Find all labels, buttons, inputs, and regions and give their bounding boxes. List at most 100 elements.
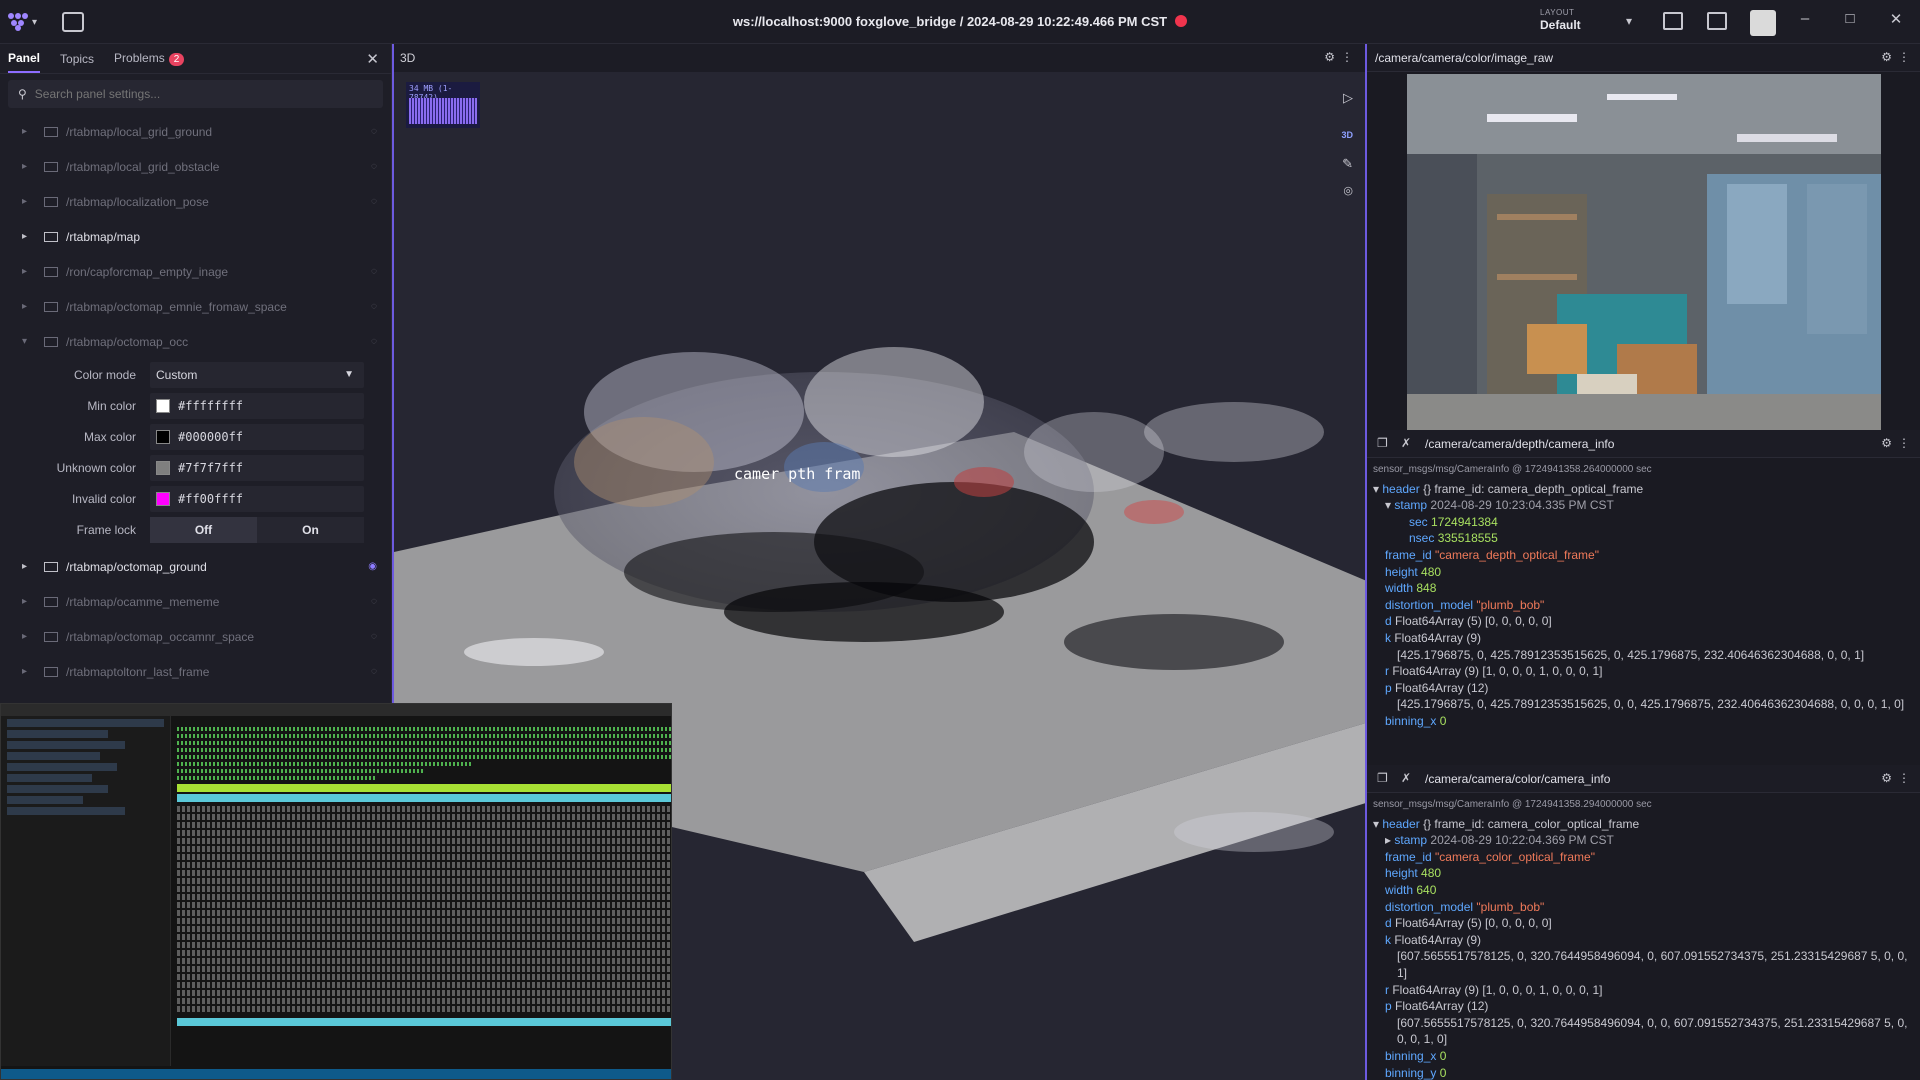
more-options-icon[interactable]: ⋮: [1898, 50, 1910, 64]
message-field-row[interactable]: ▾ stamp 2024-08-29 10:23:04.335 PM CST: [1373, 497, 1920, 514]
invalid-color-field[interactable]: #ff00ffff: [150, 485, 364, 512]
view-mode-toggle[interactable]: 3D: [1341, 130, 1353, 140]
publish-point-icon[interactable]: ◎: [1343, 184, 1353, 197]
select-tool-icon[interactable]: ▷: [1343, 90, 1353, 106]
color-swatch[interactable]: [156, 460, 170, 475]
chevron-right-icon[interactable]: ▸: [22, 231, 36, 242]
visibility-icon[interactable]: ◌: [371, 196, 377, 207]
visibility-icon[interactable]: ◌: [371, 126, 377, 137]
settings-gear-icon[interactable]: ⚙: [1881, 50, 1892, 64]
avatar[interactable]: [1750, 10, 1776, 36]
message-field-row[interactable]: distortion_model "plumb_bob": [1373, 899, 1920, 916]
message-field-row[interactable]: [425.1796875, 0, 425.78912353515625, 0, …: [1373, 647, 1920, 664]
message-field-row[interactable]: nsec 335518555: [1373, 530, 1920, 547]
raw-messages-panel-depth[interactable]: ❐ ✗ /camera/camera/depth/camera_info ⚙ ⋮…: [1367, 430, 1920, 765]
frame-lock-on-option[interactable]: On: [257, 517, 364, 543]
topic-row[interactable]: ▸ /rtabmap/local_grid_ground ◌: [0, 114, 391, 149]
message-field-row[interactable]: ▸ stamp 2024-08-29 10:22:04.369 PM CST: [1373, 832, 1920, 849]
chevron-right-icon[interactable]: ▸: [22, 266, 36, 277]
chevron-icon[interactable]: ▾: [1385, 498, 1394, 512]
search-input[interactable]: [34, 87, 335, 101]
diff-icon[interactable]: ✗: [1401, 436, 1411, 450]
image-panel[interactable]: /camera/camera/color/image_raw ⚙ ⋮: [1367, 44, 1920, 430]
minimize-icon[interactable]: –: [1793, 10, 1817, 27]
tab-problems[interactable]: Problems 2: [114, 45, 185, 72]
visibility-icon[interactable]: ◌: [371, 301, 377, 312]
app-menu-button[interactable]: ▾: [8, 10, 46, 34]
topic-row[interactable]: ▸ /ron/capforcmap_empty_inage ◌: [0, 254, 391, 289]
copy-icon[interactable]: ❐: [1377, 436, 1388, 450]
topic-row[interactable]: ▸ /rtabmap/local_grid_obstacle ◌: [0, 149, 391, 184]
topic-row[interactable]: ▸ /rtabmap/ocamme_mememe ◌: [0, 584, 391, 619]
settings-gear-icon[interactable]: ⚙: [1881, 436, 1892, 450]
message-field-row[interactable]: width 640: [1373, 882, 1920, 899]
more-options-icon[interactable]: ⋮: [1341, 50, 1353, 64]
chevron-right-icon[interactable]: ▸: [22, 126, 36, 137]
chevron-right-icon[interactable]: ▸: [22, 631, 36, 642]
settings-gear-icon[interactable]: ⚙: [1881, 771, 1892, 785]
diff-icon[interactable]: ✗: [1401, 771, 1411, 785]
visibility-icon[interactable]: ◌: [371, 596, 377, 607]
tab-panel[interactable]: Panel: [8, 45, 41, 73]
topic-row[interactable]: ▸ /rtabmap/map: [0, 219, 391, 254]
color-swatch[interactable]: [156, 398, 170, 413]
visibility-icon[interactable]: ◉: [368, 561, 377, 572]
message-field-row[interactable]: binning_x 0: [1373, 713, 1920, 730]
terminal-output[interactable]: [177, 724, 671, 1069]
visibility-icon[interactable]: ◌: [371, 266, 377, 277]
color-swatch[interactable]: [156, 491, 170, 506]
more-options-icon[interactable]: ⋮: [1898, 436, 1910, 450]
search-box[interactable]: ⚲: [8, 80, 383, 108]
chevron-right-icon[interactable]: ▸: [22, 301, 36, 312]
message-field-row[interactable]: width 848: [1373, 580, 1920, 597]
message-field-row[interactable]: p Float64Array (12): [1373, 998, 1920, 1015]
color-mode-select[interactable]: Custom ▼: [150, 361, 364, 388]
tab-topics[interactable]: Topics: [60, 46, 94, 72]
message-field-row[interactable]: p Float64Array (12): [1373, 680, 1920, 697]
measure-ruler-icon[interactable]: ✎: [1342, 156, 1353, 172]
topic-row[interactable]: ▸ /rtabmap/octomap_occamnr_space ◌: [0, 619, 391, 654]
message-field-row[interactable]: d Float64Array (5) [0, 0, 0, 0, 0]: [1373, 613, 1920, 630]
message-field-row[interactable]: distortion_model "plumb_bob": [1373, 597, 1920, 614]
message-field-row[interactable]: [607.5655517578125, 0, 320.7644958496094…: [1373, 948, 1920, 981]
more-options-icon[interactable]: ⋮: [1898, 771, 1910, 785]
visibility-icon[interactable]: ◌: [371, 161, 377, 172]
message-field-row[interactable]: r Float64Array (9) [1, 0, 0, 0, 1, 0, 0,…: [1373, 982, 1920, 999]
chevron-icon[interactable]: ▾: [1373, 817, 1382, 831]
message-field-row[interactable]: [607.5655517578125, 0, 320.7644958496094…: [1373, 1015, 1920, 1048]
message-field-row[interactable]: binning_x 0: [1373, 1048, 1920, 1065]
chevron-icon[interactable]: ▸: [1385, 833, 1394, 847]
message-field-row[interactable]: r Float64Array (9) [1, 0, 0, 0, 1, 0, 0,…: [1373, 663, 1920, 680]
message-field-row[interactable]: k Float64Array (9): [1373, 630, 1920, 647]
chevron-down-icon[interactable]: ▾: [22, 336, 36, 347]
add-panel-button[interactable]: [62, 12, 84, 32]
right-sidebar-toggle-icon[interactable]: [1707, 12, 1727, 30]
copy-icon[interactable]: ❐: [1377, 771, 1388, 785]
topic-row[interactable]: ▸ /rtabmap/localization_pose ◌: [0, 184, 391, 219]
chevron-right-icon[interactable]: ▸: [22, 161, 36, 172]
topic-row[interactable]: ▸ /rtabmaptoltonr_last_frame ◌: [0, 654, 391, 689]
file-explorer-sidebar[interactable]: [1, 716, 171, 1066]
chevron-right-icon[interactable]: ▸: [22, 596, 36, 607]
visibility-icon[interactable]: ◌: [371, 666, 377, 677]
message-field-row[interactable]: sec 1724941384: [1373, 514, 1920, 531]
max-color-field[interactable]: #000000ff: [150, 423, 364, 450]
chevron-right-icon[interactable]: ▸: [22, 561, 36, 572]
layout-selector[interactable]: LAYOUT Default: [1540, 8, 1640, 38]
visibility-icon[interactable]: ◌: [371, 631, 377, 642]
message-field-row[interactable]: height 480: [1373, 564, 1920, 581]
topic-row-expanded[interactable]: ▾ /rtabmap/octomap_occ ◌: [0, 324, 391, 359]
chevron-right-icon[interactable]: ▸: [22, 196, 36, 207]
message-field-row[interactable]: ▾ header {} frame_id: camera_color_optic…: [1373, 816, 1920, 833]
raw-messages-panel-color[interactable]: ❐ ✗ /camera/camera/color/camera_info ⚙ ⋮…: [1367, 765, 1920, 1080]
topic-row[interactable]: ▸ /rtabmap/octomap_ground ◉: [0, 549, 391, 584]
color-swatch[interactable]: [156, 429, 170, 444]
message-field-row[interactable]: height 480: [1373, 865, 1920, 882]
message-field-row[interactable]: frame_id "camera_color_optical_frame": [1373, 849, 1920, 866]
message-field-row[interactable]: k Float64Array (9): [1373, 932, 1920, 949]
close-icon[interactable]: ✕: [1884, 10, 1908, 28]
close-icon[interactable]: ✕: [366, 50, 379, 68]
topic-row[interactable]: ▸ /rtabmap/octomap_emnie_fromaw_space ◌: [0, 289, 391, 324]
settings-gear-icon[interactable]: ⚙: [1324, 50, 1335, 64]
left-sidebar-toggle-icon[interactable]: [1663, 12, 1683, 30]
